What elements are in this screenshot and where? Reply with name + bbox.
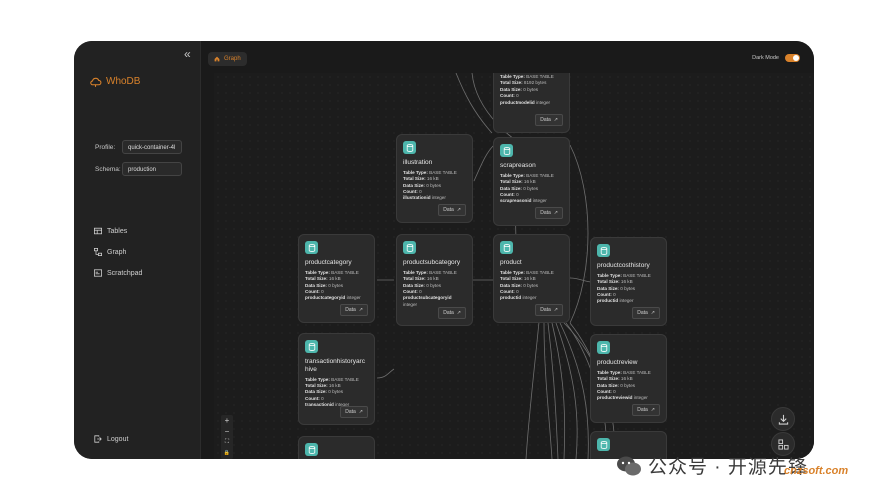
- database-icon: [597, 438, 610, 451]
- watermark: 公众号 · 开源先锋: [616, 452, 808, 479]
- data-button[interactable]: Data ↗: [438, 204, 466, 216]
- node-title: scrapreason: [500, 162, 536, 169]
- zoom-out-button[interactable]: −: [221, 426, 233, 437]
- node-meta: Table Type: BASE TABLE Total Size: 16 kB…: [500, 269, 554, 301]
- layout-icon: [777, 438, 789, 450]
- node-title: illustration: [403, 159, 433, 166]
- node-meta: Table Type: BASE TABLE Total Size: 16 kB…: [500, 172, 554, 204]
- external-link-icon: ↗: [456, 207, 461, 213]
- data-button[interactable]: Data ↗: [632, 307, 660, 319]
- data-button[interactable]: Data ↗: [535, 114, 563, 126]
- collapse-sidebar-icon[interactable]: «: [184, 47, 191, 61]
- nav-item-graph[interactable]: Graph: [94, 248, 126, 256]
- node-productreview[interactable]: productreview Table Type: BASE TABLE Tot…: [590, 334, 667, 423]
- node-meta: Table Type: BASE TABLE Total Size: 16 kB…: [597, 272, 651, 304]
- external-link-icon: ↗: [456, 310, 461, 316]
- data-button[interactable]: Data ↗: [535, 207, 563, 219]
- nav-item-tables[interactable]: Tables: [94, 227, 127, 235]
- brand: WhoDB: [89, 75, 140, 88]
- logout-button[interactable]: Logout: [94, 435, 128, 443]
- wechat-icon: [617, 456, 641, 475]
- nav-label-scratchpad: Scratchpad: [107, 269, 143, 277]
- database-icon: [500, 144, 513, 157]
- schema-select[interactable]: production: [122, 162, 182, 176]
- data-button[interactable]: Data ↗: [340, 406, 368, 418]
- tab-graph[interactable]: Graph: [208, 52, 247, 66]
- database-icon: [597, 244, 610, 257]
- node-title: product: [500, 259, 522, 266]
- zoom-in-button[interactable]: +: [221, 415, 233, 426]
- profile-label: Profile:: [95, 144, 116, 151]
- dark-mode-control: Dark Mode: [752, 54, 800, 62]
- node-title: productreview: [597, 359, 638, 366]
- node-meta: Table Type: BASE TABLE Total Size: 16 kB…: [597, 369, 651, 401]
- lock-button[interactable]: 🔒: [221, 448, 233, 459]
- external-link-icon: ↗: [358, 307, 363, 313]
- nav-label-tables: Tables: [107, 227, 128, 235]
- node-title: productcategory: [305, 259, 352, 266]
- node-product[interactable]: product Table Type: BASE TABLE Total Siz…: [493, 234, 570, 323]
- nav-label-graph: Graph: [107, 248, 127, 256]
- profile-select[interactable]: quick-container-4l: [122, 140, 182, 154]
- dark-mode-toggle[interactable]: [785, 54, 800, 62]
- data-button[interactable]: Data ↗: [438, 307, 466, 319]
- nav-item-scratchpad[interactable]: Scratchpad: [94, 269, 142, 277]
- node-productcategory[interactable]: productcategory Table Type: BASE TABLE T…: [298, 234, 375, 323]
- external-link-icon: ↗: [650, 407, 655, 413]
- node-productcosthistory[interactable]: productcosthistory Table Type: BASE TABL…: [590, 237, 667, 326]
- node-illustration[interactable]: illustration Table Type: BASE TABLE Tota…: [396, 134, 473, 223]
- download-icon: [778, 414, 788, 425]
- database-icon: [597, 341, 610, 354]
- cloud-logo-icon: [90, 77, 102, 87]
- node-title: productcosthistory: [597, 262, 650, 269]
- watermark-url: cnzsoft.com: [784, 465, 849, 477]
- dark-mode-label: Dark Mode: [752, 55, 779, 61]
- logout-icon: [94, 435, 102, 443]
- sidebar: « WhoDB Profile: quick-container-4l Sche…: [74, 41, 201, 459]
- database-icon: [305, 340, 318, 353]
- graph-icon: [94, 248, 102, 256]
- home-icon: [214, 56, 220, 62]
- schema-label: Schema:: [95, 166, 121, 173]
- table-icon: [94, 227, 102, 235]
- fit-view-button[interactable]: ⛶: [221, 437, 233, 448]
- scratchpad-icon: [94, 269, 102, 277]
- data-button[interactable]: Data ↗: [535, 304, 563, 316]
- node-meta: Table Type: BASE TABLE Total Size: 16 kB…: [403, 269, 457, 307]
- external-link-icon: ↗: [650, 310, 655, 316]
- external-link-icon: ↗: [358, 409, 363, 415]
- app-window: « WhoDB Profile: quick-container-4l Sche…: [74, 41, 814, 459]
- node-meta: Table Type: BASE TABLE Total Size: 8192 …: [500, 74, 554, 105]
- tab-graph-label: Graph: [224, 56, 241, 62]
- external-link-icon: ↗: [553, 117, 558, 123]
- node-title: transactionhistoryarchive: [305, 358, 365, 373]
- database-icon: [403, 141, 416, 154]
- graph-canvas[interactable]: Table Type: BASE TABLE Total Size: 8192 …: [214, 73, 814, 459]
- node-productsubcategory[interactable]: productsubcategory Table Type: BASE TABL…: [396, 234, 473, 326]
- database-icon: [403, 241, 416, 254]
- node-productmodel[interactable]: Table Type: BASE TABLE Total Size: 8192 …: [493, 73, 570, 133]
- data-button[interactable]: Data ↗: [340, 304, 368, 316]
- external-link-icon: ↗: [553, 307, 558, 313]
- node-meta: Table Type: BASE TABLE Total Size: 16 kB…: [305, 269, 361, 301]
- node-meta: Table Type: BASE TABLE Total Size: 16 kB…: [305, 376, 359, 408]
- external-link-icon: ↗: [553, 210, 558, 216]
- node-title: productsubcategory: [403, 259, 461, 266]
- database-icon: [305, 443, 318, 456]
- zoom-controls: + − ⛶ 🔒: [221, 415, 233, 459]
- node-transactionhistoryarchive[interactable]: transactionhistoryarchive Table Type: BA…: [298, 333, 375, 425]
- database-icon: [305, 241, 318, 254]
- app-name: WhoDB: [106, 76, 141, 87]
- download-button[interactable]: [771, 407, 795, 431]
- node-scrapreason[interactable]: scrapreason Table Type: BASE TABLE Total…: [493, 137, 570, 226]
- logout-label: Logout: [107, 435, 129, 443]
- node-meta: Table Type: BASE TABLE Total Size: 16 kB…: [403, 169, 457, 201]
- main-area: Graph Dark Mode Table Type: BASE TABLE T…: [201, 41, 814, 459]
- database-icon: [500, 241, 513, 254]
- node-partial[interactable]: [298, 436, 375, 459]
- data-button[interactable]: Data ↗: [632, 404, 660, 416]
